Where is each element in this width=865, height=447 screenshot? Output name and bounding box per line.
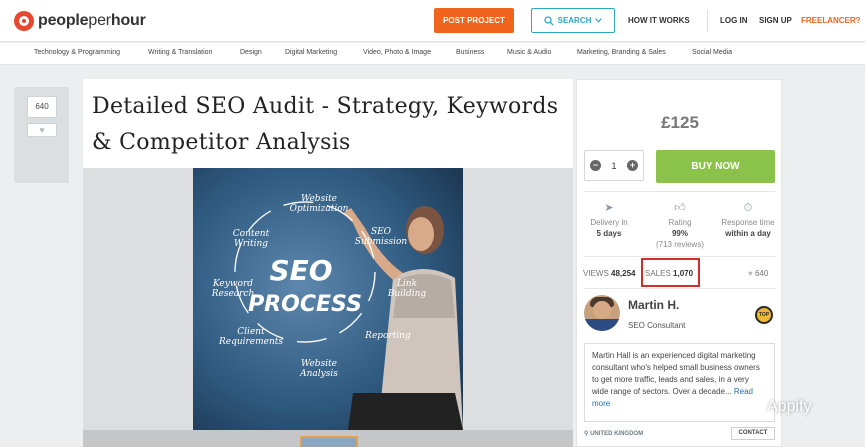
favorite-box: 640 ♥ — [14, 87, 69, 183]
logo[interactable]: peopleperhour — [14, 11, 146, 31]
post-project-button[interactable]: POST PROJECT — [434, 8, 514, 33]
chevron-down-icon — [595, 18, 603, 23]
category-link[interactable]: Writing & Translation — [148, 49, 212, 56]
stopwatch-icon: ⏱︎ — [743, 202, 753, 214]
location-pin-icon: ⚲ — [584, 431, 589, 437]
heart-icon[interactable]: ♥ — [27, 123, 57, 137]
label-submission: Submission — [355, 237, 408, 247]
search-icon — [543, 15, 554, 25]
freelancer-link[interactable]: FREELANCER? — [801, 16, 861, 25]
seller-name[interactable]: Martin H. — [628, 298, 679, 312]
offer-image[interactable]: SEO PROCESS Website Optimization SEO Sub… — [193, 168, 463, 430]
search-label: SEARCH — [557, 16, 592, 25]
label-analysis: Analysis — [299, 369, 338, 379]
logo-text-end: hour — [110, 12, 146, 29]
heart-icon: ♥ — [748, 269, 753, 278]
favorite-count: 640 — [27, 96, 57, 118]
thumbs-up-icon: 👍︎ — [674, 202, 686, 214]
divider — [584, 288, 775, 289]
label-seo: SEO — [371, 227, 392, 237]
buy-now-button[interactable]: BUY NOW — [656, 150, 775, 183]
signup-link[interactable]: SIGN UP — [759, 16, 792, 25]
seo-process-illustration: SEO PROCESS Website Optimization SEO Sub… — [193, 168, 463, 430]
category-link[interactable]: Technology & Programming — [34, 49, 120, 56]
delivery-stat: ➤ Delivery in 5 days — [578, 203, 640, 239]
top-navigation: peopleperhour POST PROJECT SEARCH HOW IT… — [0, 0, 865, 42]
thumbnail-selected[interactable] — [300, 436, 358, 447]
seller-role: SEO Consultant — [628, 321, 686, 330]
logo-icon — [14, 11, 34, 31]
label-website: Website — [301, 194, 337, 204]
label-requirements: Requirements — [218, 337, 283, 347]
label-client: Client — [237, 327, 265, 337]
page-title: Detailed SEO Audit - Strategy, Keywords … — [92, 94, 559, 155]
wechat-icon — [733, 396, 761, 418]
category-bar: Technology & Programming Writing & Trans… — [0, 43, 865, 65]
seo-text: SEO — [269, 254, 332, 287]
label-content: Content — [233, 229, 270, 239]
category-link[interactable]: Marketing, Branding & Sales — [577, 49, 666, 56]
top-seller-badge: TOP — [755, 306, 773, 324]
watermark-text: Appify — [767, 398, 812, 415]
views-count: VIEWS 48,254 — [583, 269, 636, 278]
paper-plane-icon: ➤ — [604, 202, 614, 214]
seller-location: ⚲ UNITED KINGDOM — [584, 431, 644, 437]
category-link[interactable]: Video, Photo & Image — [363, 49, 431, 56]
offer-title-box: Detailed SEO Audit - Strategy, Keywords … — [83, 79, 573, 168]
category-link[interactable]: Design — [240, 49, 262, 56]
how-it-works-link[interactable]: HOW IT WORKS — [628, 16, 690, 25]
hearts-count: ♥ 640 — [748, 269, 769, 278]
contact-button[interactable]: CONTACT — [731, 427, 775, 440]
category-link[interactable]: Social Media — [692, 49, 732, 56]
label-reporting: Reporting — [364, 331, 411, 341]
quantity-value[interactable]: 1 — [611, 161, 616, 171]
category-link[interactable]: Digital Marketing — [285, 49, 337, 56]
minus-icon[interactable]: − — [590, 160, 601, 171]
label-research: Research — [211, 289, 255, 299]
label-website-2: Website — [301, 359, 337, 369]
avatar[interactable] — [584, 295, 620, 331]
plus-icon[interactable]: + — [626, 160, 638, 171]
category-link[interactable]: Music & Audio — [507, 49, 551, 56]
sales-count: SALES 1,070 — [645, 269, 694, 278]
nav-divider — [707, 10, 708, 32]
logo-text-bold: people — [38, 12, 89, 29]
process-text: PROCESS — [248, 292, 362, 317]
watermark: Appify — [733, 396, 811, 418]
label-keyword: Keyword — [212, 279, 253, 289]
category-link[interactable]: Business — [456, 49, 484, 56]
response-stat: ⏱︎ Response time within a day — [717, 203, 779, 239]
quantity-stepper[interactable]: − 1 + — [584, 150, 644, 181]
logo-text-light: per — [88, 12, 111, 29]
purchase-panel: £125 − 1 + BUY NOW ➤ Delivery in 5 days … — [576, 79, 782, 447]
search-button[interactable]: SEARCH — [531, 8, 615, 33]
price: £125 — [661, 113, 699, 132]
login-link[interactable]: LOG IN — [720, 16, 748, 25]
label-link: Link — [396, 279, 417, 289]
rating-stat: 👍︎ Rating 99% (713 reviews) — [649, 203, 711, 250]
divider — [584, 191, 775, 192]
label-writing: Writing — [234, 239, 268, 249]
label-building: Building — [387, 289, 427, 299]
divider — [584, 256, 775, 257]
label-optimization: Optimization — [290, 204, 349, 214]
